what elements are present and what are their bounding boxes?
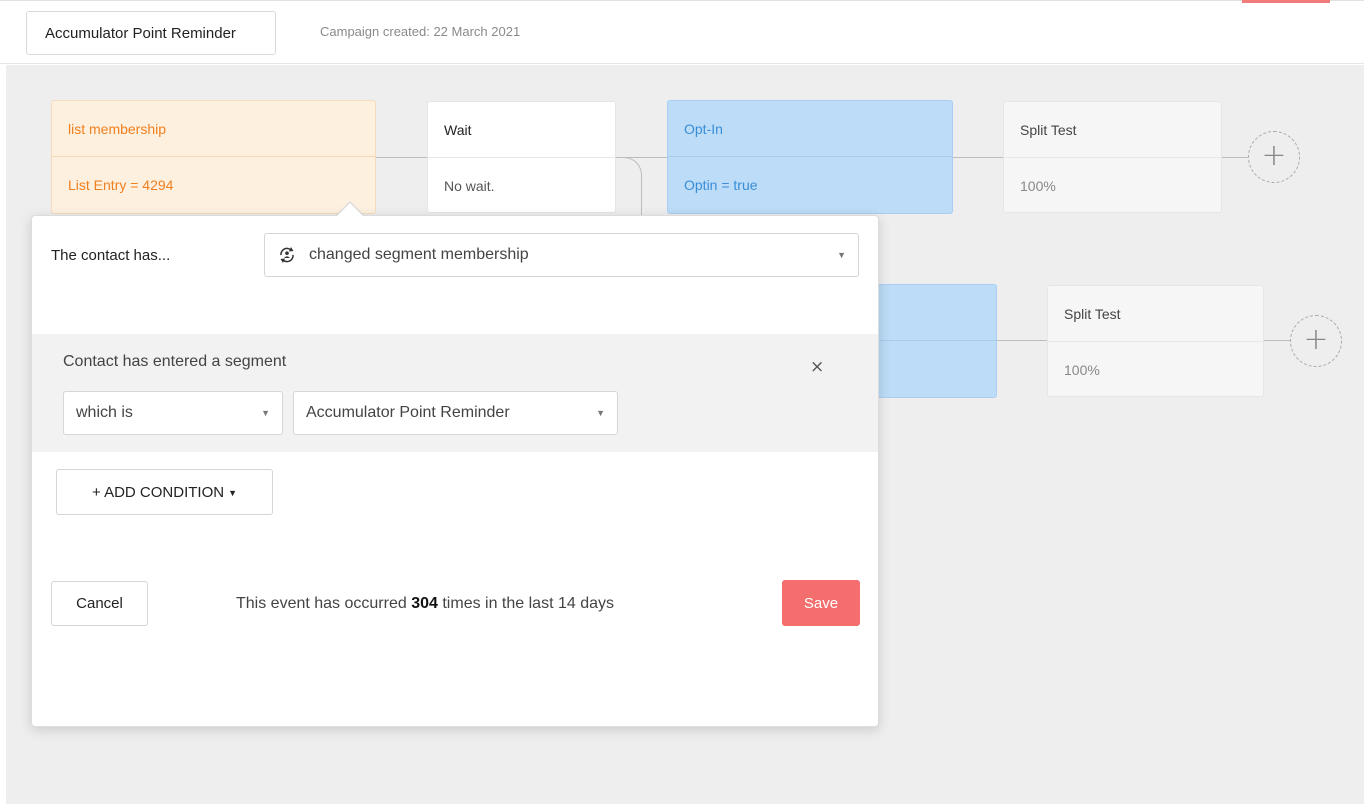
node-split-test[interactable]: Split Test 100% [1003, 101, 1222, 213]
node-body: 100% [1020, 178, 1056, 194]
segment-change-icon [280, 247, 294, 263]
node-body: Optin = true [684, 177, 758, 193]
node-title: Split Test [1004, 102, 1221, 158]
top-accent-bar [1242, 0, 1330, 3]
cancel-button[interactable]: Cancel [51, 581, 148, 626]
branch-connector [618, 157, 642, 217]
condition-operator-select[interactable]: which is ▼ [63, 391, 283, 435]
node-body: 100% [1064, 362, 1100, 378]
campaign-name-input[interactable] [26, 11, 276, 55]
contact-has-label: The contact has... [51, 247, 171, 264]
campaign-created-label: Campaign created: 22 March 2021 [320, 24, 521, 39]
add-condition-button[interactable]: + ADD CONDITION ▼ [56, 469, 273, 515]
chevron-down-icon: ▼ [261, 408, 270, 418]
node-title: Split Test [1048, 286, 1263, 342]
node-body: No wait. [444, 178, 495, 194]
condition-panel: Contact has entered a segment × which is… [32, 334, 878, 452]
chevron-down-icon: ▼ [837, 250, 846, 260]
node-body: List Entry = 4294 [68, 177, 174, 193]
close-icon[interactable]: × [810, 357, 824, 377]
plus-icon[interactable]: + [1290, 315, 1342, 367]
occurred-count: 304 [411, 595, 438, 612]
chevron-down-icon: ▼ [596, 408, 605, 418]
connector [1222, 157, 1248, 158]
operator-value: which is [76, 404, 133, 421]
segment-value: Accumulator Point Reminder [306, 404, 510, 421]
node-wait[interactable]: Wait No wait. [427, 101, 616, 213]
top-border [0, 0, 1364, 3]
caret-down-icon: ▼ [228, 487, 238, 498]
connector [376, 157, 428, 158]
occurred-prefix: This event has occurred [236, 595, 407, 612]
node-list-membership[interactable]: list membership List Entry = 4294 [51, 100, 376, 214]
trigger-editor-popover: The contact has... changed segment membe… [31, 215, 879, 727]
segment-select[interactable]: Accumulator Point Reminder ▼ [293, 391, 618, 435]
node-title: Opt-In [668, 101, 952, 157]
node-split-test[interactable]: Split Test 100% [1047, 285, 1264, 397]
occurred-suffix: times in the last 14 days [442, 595, 614, 612]
event-type-select[interactable]: changed segment membership ▼ [264, 233, 859, 277]
event-occurrence-text: This event has occurred 304 times in the… [236, 595, 614, 613]
connector [952, 157, 1004, 158]
node-title: list membership [52, 101, 375, 157]
event-type-value: changed segment membership [309, 246, 529, 263]
connector [996, 340, 1048, 341]
save-button[interactable]: Save [782, 580, 860, 626]
campaign-header: Campaign created: 22 March 2021 [0, 0, 1364, 64]
add-condition-label: + ADD CONDITION [91, 483, 225, 501]
condition-title: Contact has entered a segment [63, 353, 287, 370]
connector [1264, 340, 1290, 341]
node-opt-in[interactable]: Opt-In Optin = true [667, 100, 953, 214]
node-title: Wait [428, 102, 615, 158]
popover-caret-inner [337, 203, 363, 216]
plus-icon[interactable]: + [1248, 131, 1300, 183]
